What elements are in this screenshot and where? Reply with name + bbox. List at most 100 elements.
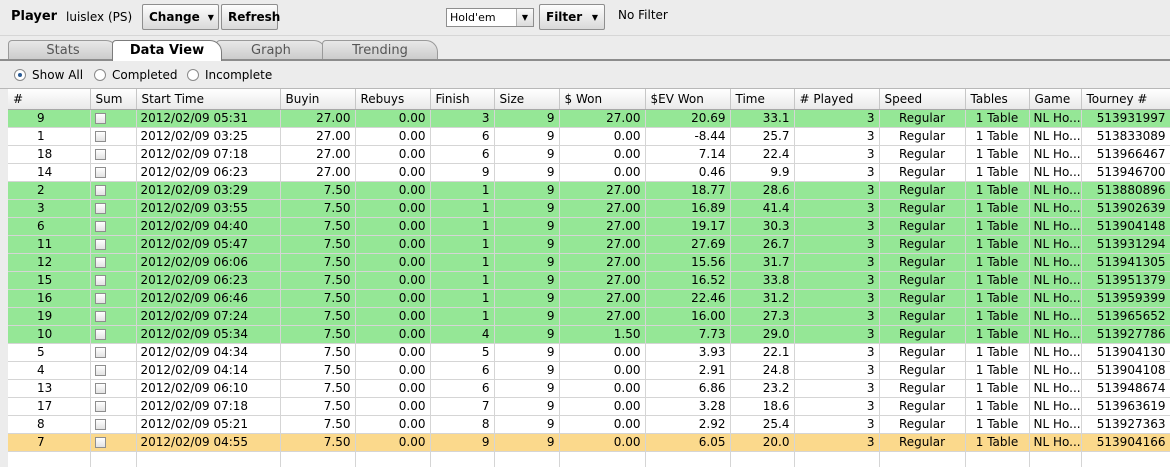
column-header[interactable]: # Played [794, 89, 880, 110]
table-row[interactable]: 10 2012/02/09 05:34 7.50 0.00 4 9 1.50 7.73 29.0… [8, 325, 1170, 344]
table-cell: 0.00 [355, 433, 431, 452]
table-cell: 2012/02/09 06:06 [136, 253, 281, 272]
table-row[interactable]: 19 2012/02/09 07:24 7.50 0.00 1 9 27.00 16.00 27… [8, 307, 1170, 326]
table-row[interactable]: 12 2012/02/09 06:06 7.50 0.00 1 9 27.00 15.56 31… [8, 253, 1170, 272]
change-button[interactable]: Change ▼ [142, 4, 219, 30]
sum-checkbox[interactable] [94, 149, 106, 160]
tab-trending[interactable]: Trending [322, 40, 438, 61]
column-header[interactable]: Finish [430, 89, 495, 110]
sum-checkbox[interactable] [94, 437, 106, 448]
table-row[interactable]: 11 2012/02/09 05:47 7.50 0.00 1 9 27.00 27.69 26… [8, 235, 1170, 254]
table-cell [90, 289, 137, 308]
empty-cell [559, 451, 646, 467]
table-cell: 3 [794, 271, 880, 290]
table-cell [90, 343, 137, 362]
sum-checkbox[interactable] [94, 239, 106, 250]
table-row[interactable]: 17 2012/02/09 07:18 7.50 0.00 7 9 0.00 3.28 18.6… [8, 397, 1170, 416]
table-cell: Regular [879, 217, 966, 236]
table-cell: 7.50 [280, 289, 356, 308]
radio-completed[interactable]: Completed [94, 68, 177, 82]
table-cell: 513902639 [1081, 199, 1170, 218]
sum-checkbox[interactable] [94, 419, 106, 430]
table-row[interactable]: 7 2012/02/09 04:55 7.50 0.00 9 9 0.00 6.05 20.0 3… [8, 433, 1170, 452]
table-row[interactable]: 4 2012/02/09 04:14 7.50 0.00 6 9 0.00 2.91 24.8 3… [8, 361, 1170, 380]
sum-checkbox[interactable] [94, 347, 106, 358]
table-row[interactable]: 8 2012/02/09 05:21 7.50 0.00 8 9 0.00 2.92 25.4 3… [8, 415, 1170, 434]
table-cell: Regular [879, 325, 966, 344]
table-cell: 1 [430, 217, 495, 236]
column-header[interactable]: Game [1029, 89, 1082, 110]
table-cell: 3 [794, 235, 880, 254]
table-row[interactable]: 5 2012/02/09 04:34 7.50 0.00 5 9 0.00 3.93 22.1 3… [8, 343, 1170, 362]
table-row[interactable]: 18 2012/02/09 07:18 27.00 0.00 6 9 0.00 7.14 22.… [8, 145, 1170, 164]
sum-checkbox[interactable] [94, 293, 106, 304]
table-cell: 1 [430, 181, 495, 200]
column-header[interactable]: Sum [90, 89, 137, 110]
chevron-down-icon: ▼ [207, 12, 214, 22]
radio-show-all[interactable]: Show All [14, 68, 83, 82]
column-header[interactable]: # [8, 89, 91, 110]
filter-status: No Filter [618, 8, 668, 22]
table-cell [90, 271, 137, 290]
table-cell: 7 [8, 433, 91, 452]
filter-button[interactable]: Filter ▼ [539, 4, 605, 30]
refresh-button[interactable]: Refresh [221, 4, 280, 30]
table-row[interactable]: 13 2012/02/09 06:10 7.50 0.00 6 9 0.00 6.86 23.2… [8, 379, 1170, 398]
sum-checkbox[interactable] [94, 401, 106, 412]
column-header[interactable]: Rebuys [355, 89, 431, 110]
sum-checkbox[interactable] [94, 365, 106, 376]
radio-unchecked-icon [94, 69, 106, 81]
tab-graph[interactable]: Graph [216, 40, 326, 61]
table-cell: 5 [430, 343, 495, 362]
sum-checkbox[interactable] [94, 167, 106, 178]
table-row[interactable]: 1 2012/02/09 03:25 27.00 0.00 6 9 0.00 -8.44 25.… [8, 127, 1170, 146]
game-select[interactable]: Hold'em ▼ [446, 8, 534, 27]
sum-checkbox[interactable] [94, 329, 106, 340]
column-header[interactable]: Start Time [136, 89, 281, 110]
sum-checkbox[interactable] [94, 383, 106, 394]
table-cell: 2012/02/09 04:55 [136, 433, 281, 452]
sum-checkbox[interactable] [94, 275, 106, 286]
radio-incomplete[interactable]: Incomplete [187, 68, 272, 82]
table-cell [90, 217, 137, 236]
table-row[interactable]: 2 2012/02/09 03:29 7.50 0.00 1 9 27.00 18.77 28.… [8, 181, 1170, 200]
table-row[interactable]: 14 2012/02/09 06:23 27.00 0.00 9 9 0.00 0.46 9.9… [8, 163, 1170, 182]
sum-checkbox[interactable] [94, 311, 106, 322]
tab-stats[interactable]: Stats [8, 40, 118, 61]
column-header[interactable]: Size [494, 89, 560, 110]
table-row[interactable]: 16 2012/02/09 06:46 7.50 0.00 1 9 27.00 22.46 31… [8, 289, 1170, 308]
sum-checkbox[interactable] [94, 185, 106, 196]
sum-checkbox[interactable] [94, 221, 106, 232]
table-row[interactable]: 6 2012/02/09 04:40 7.50 0.00 1 9 27.00 19.17 30.… [8, 217, 1170, 236]
table-cell: 27.00 [559, 181, 646, 200]
column-header[interactable]: Tables [965, 89, 1030, 110]
sum-checkbox[interactable] [94, 257, 106, 268]
column-header[interactable]: Buyin [280, 89, 356, 110]
table-cell: 7.50 [280, 235, 356, 254]
sum-checkbox[interactable] [94, 131, 106, 142]
table-cell: Regular [879, 181, 966, 200]
table-cell: 2012/02/09 03:55 [136, 199, 281, 218]
table-cell: 1 [430, 253, 495, 272]
tab-data-view[interactable]: Data View [112, 40, 222, 61]
table-row[interactable]: 9 2012/02/09 05:31 27.00 0.00 3 9 27.00 20.69 33… [8, 109, 1170, 128]
column-header[interactable]: $EV Won [645, 89, 731, 110]
column-header[interactable]: $ Won [559, 89, 646, 110]
sum-checkbox[interactable] [94, 203, 106, 214]
sum-checkbox[interactable] [94, 113, 106, 124]
table-cell: 8 [430, 415, 495, 434]
table-cell: 3.93 [645, 343, 731, 362]
column-header[interactable]: Time [730, 89, 795, 110]
column-header[interactable]: Speed [879, 89, 966, 110]
table-row[interactable]: 15 2012/02/09 06:23 7.50 0.00 1 9 27.00 16.52 33… [8, 271, 1170, 290]
chevron-down-icon[interactable]: ▼ [516, 9, 533, 26]
table-cell [90, 361, 137, 380]
table-cell: 27.00 [559, 307, 646, 326]
table-row[interactable]: 3 2012/02/09 03:55 7.50 0.00 1 9 27.00 16.89 41.… [8, 199, 1170, 218]
table-cell: 513904166 [1081, 433, 1170, 452]
table-cell: 23.2 [730, 379, 795, 398]
table-cell: 27.00 [559, 199, 646, 218]
table-cell: 1 Table [965, 379, 1030, 398]
table-cell: 9 [494, 343, 560, 362]
column-header[interactable]: Tourney # [1081, 89, 1170, 110]
